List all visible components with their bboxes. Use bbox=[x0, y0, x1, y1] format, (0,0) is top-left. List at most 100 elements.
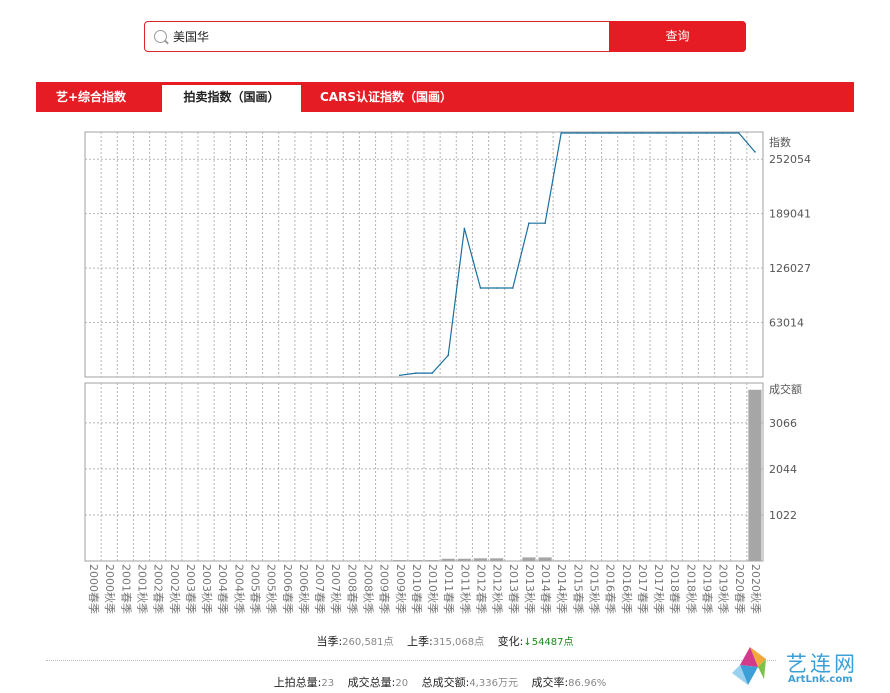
volume-bar bbox=[554, 560, 568, 561]
search-input[interactable] bbox=[173, 26, 603, 47]
change-value: ↓54487点 bbox=[523, 637, 574, 648]
x-tick-label: 2001秋季 bbox=[136, 564, 150, 614]
index-point bbox=[479, 287, 482, 289]
x-tick-label: 2017春季 bbox=[636, 564, 649, 614]
volume-bar bbox=[441, 558, 455, 561]
index-point bbox=[657, 132, 659, 134]
total-label: 上拍总量: bbox=[273, 676, 322, 689]
index-point bbox=[544, 222, 546, 225]
volume-bar bbox=[490, 558, 504, 561]
x-tick-label: 2016秋季 bbox=[620, 564, 634, 614]
change-label: 变化: bbox=[497, 635, 524, 648]
volume-bar bbox=[425, 560, 439, 561]
index-point bbox=[737, 132, 740, 134]
current-label: 当季: bbox=[316, 635, 343, 648]
x-tick-label: 2000春季 bbox=[87, 564, 100, 614]
x-tick-label: 2018秋季 bbox=[684, 564, 698, 614]
tab-composite-index[interactable]: 艺+综合指数 bbox=[56, 82, 126, 112]
index-point bbox=[721, 132, 724, 134]
tab-auction-index[interactable]: 拍卖指数（国画） bbox=[162, 85, 301, 112]
artlnk-logo-icon bbox=[732, 647, 766, 685]
sold-label: 成交总量: bbox=[347, 676, 396, 689]
index-point bbox=[495, 287, 498, 289]
x-tick-label: 2011秋季 bbox=[458, 564, 472, 614]
index-point bbox=[705, 132, 708, 134]
index-point bbox=[576, 132, 579, 134]
x-tick-label: 2003春季 bbox=[184, 564, 197, 614]
x-tick-label: 2008秋季 bbox=[362, 564, 376, 614]
x-tick-label: 2019春季 bbox=[701, 564, 714, 614]
x-tick-label: 2014春季 bbox=[539, 564, 552, 614]
x-tick-label: 2020春季 bbox=[733, 564, 746, 614]
index-y-tick-label: 126027 bbox=[769, 262, 811, 275]
sold-value: 20 bbox=[395, 678, 409, 689]
index-y-tick-label: 63014 bbox=[769, 317, 804, 330]
index-point bbox=[624, 132, 627, 134]
volume-bar bbox=[393, 560, 407, 561]
tab-cars-index[interactable]: CARS认证指数（国画） bbox=[320, 82, 452, 112]
x-tick-label: 2006秋季 bbox=[297, 564, 311, 614]
volume-y-tick-label: 1022 bbox=[769, 509, 797, 522]
index-point bbox=[463, 227, 466, 230]
x-tick-label: 2007春季 bbox=[313, 564, 326, 614]
x-tick-label: 2019秋季 bbox=[717, 564, 731, 614]
x-tick-label: 2006春季 bbox=[281, 564, 294, 614]
index-point bbox=[447, 354, 450, 357]
x-tick-label: 2018春季 bbox=[668, 564, 681, 614]
x-tick-label: 2002春季 bbox=[152, 564, 165, 614]
index-y-tick-label: 189041 bbox=[769, 208, 811, 221]
x-tick-label: 2004秋季 bbox=[232, 564, 246, 614]
volume-bar bbox=[570, 560, 584, 561]
x-tick-label: 2003秋季 bbox=[200, 564, 214, 614]
x-tick-label: 2004春季 bbox=[216, 564, 229, 614]
volume-bar bbox=[473, 558, 488, 561]
search-icon bbox=[154, 30, 167, 43]
volume-y-axis-label: 成交额 bbox=[769, 382, 802, 396]
prev-value: 315,068点 bbox=[432, 637, 485, 648]
index-y-tick-label: 252054 bbox=[769, 153, 811, 166]
x-tick-label: 2015秋季 bbox=[588, 564, 602, 614]
index-point bbox=[754, 151, 756, 153]
index-point bbox=[415, 372, 417, 374]
x-tick-label: 2009秋季 bbox=[394, 564, 408, 614]
x-tick-label: 2010秋季 bbox=[426, 564, 440, 614]
x-tick-label: 2005春季 bbox=[249, 564, 262, 614]
amount-label: 总成交额: bbox=[421, 676, 470, 689]
x-tick-label: 2007秋季 bbox=[329, 564, 343, 614]
x-tick-label: 2020秋季 bbox=[749, 564, 763, 614]
current-value: 260,581点 bbox=[342, 637, 394, 648]
search-box: 查询 bbox=[144, 21, 746, 52]
x-tick-label: 2010春季 bbox=[410, 564, 423, 614]
volume-bar bbox=[522, 557, 536, 561]
total-value: 23 bbox=[321, 678, 335, 689]
index-point bbox=[511, 287, 514, 289]
index-chart: 63014 126027 189041 252054 指数 1022 2044 3066 成交额… bbox=[84, 131, 811, 614]
index-y-axis-label: 指数 bbox=[769, 135, 791, 149]
x-tick-label: 2012秋季 bbox=[491, 564, 505, 614]
x-tick-label: 2017秋季 bbox=[652, 564, 666, 614]
index-tab-bar: 艺+综合指数 拍卖指数（国画） CARS认证指数（国画） bbox=[36, 82, 854, 112]
index-point bbox=[689, 132, 692, 134]
prev-label: 上季: bbox=[407, 635, 433, 648]
x-tick-label: 2014秋季 bbox=[555, 564, 569, 614]
volume-y-tick-label: 2044 bbox=[769, 463, 797, 476]
amount-value: 4,336万元 bbox=[469, 678, 518, 689]
rate-value: 86.96% bbox=[568, 678, 607, 689]
index-point bbox=[608, 132, 611, 134]
search-button[interactable]: 查询 bbox=[609, 21, 746, 52]
index-point bbox=[673, 132, 676, 134]
x-tick-label: 2016春季 bbox=[604, 564, 617, 614]
x-tick-label: 2015春季 bbox=[571, 564, 584, 614]
x-tick-label: 2000秋季 bbox=[103, 564, 117, 614]
x-tick-label: 2008春季 bbox=[345, 564, 358, 614]
watermark-url: ArtLnk.com bbox=[788, 674, 853, 685]
index-point bbox=[592, 132, 595, 134]
divider bbox=[46, 660, 776, 661]
index-point bbox=[398, 374, 401, 377]
volume-y-tick-label: 3066 bbox=[769, 417, 797, 430]
volume-bar bbox=[409, 560, 423, 561]
volume-bar bbox=[457, 558, 471, 561]
x-tick-label: 2001春季 bbox=[119, 564, 132, 614]
index-point bbox=[431, 372, 433, 374]
x-tick-label: 2011春季 bbox=[442, 564, 455, 614]
